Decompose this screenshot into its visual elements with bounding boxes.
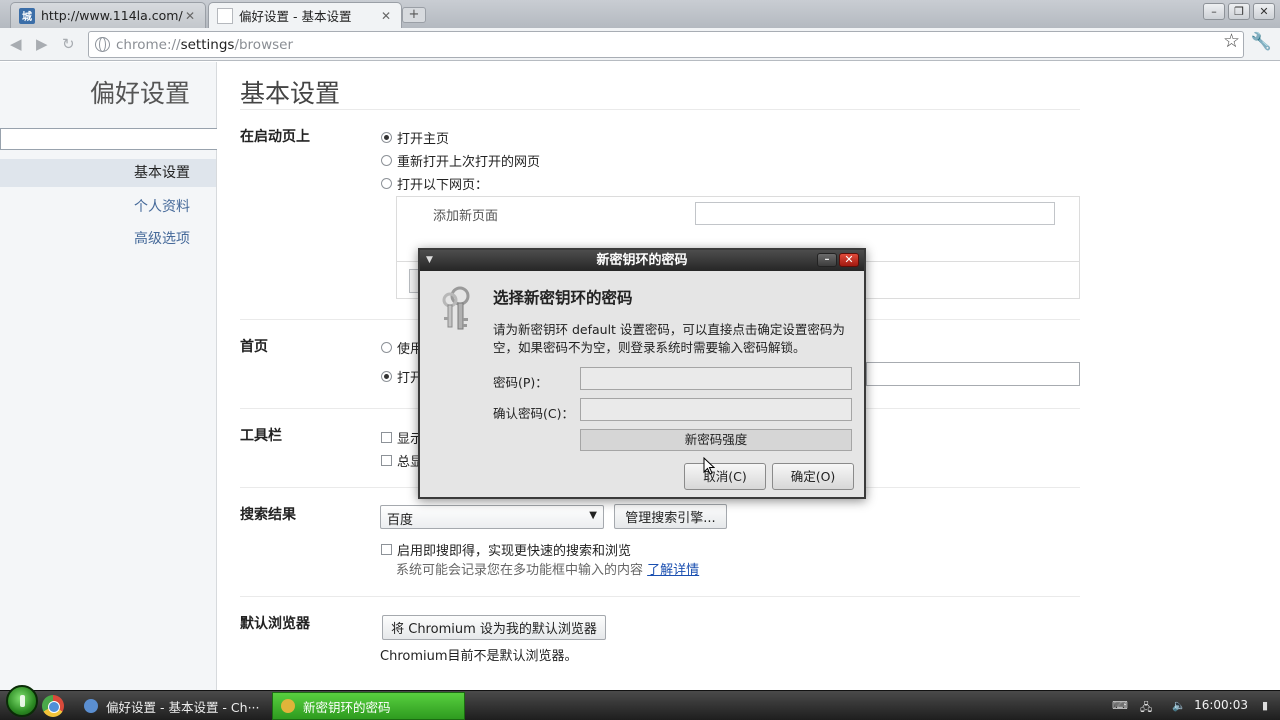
taskbar-item-browser[interactable]: 偏好设置 - 基本设置 - Ch··· <box>76 692 266 720</box>
show-desktop-button[interactable]: ▮ <box>1262 699 1268 712</box>
homepage-option-open[interactable]: 打开 <box>381 367 423 386</box>
forward-arrow-icon[interactable]: ▶ <box>36 35 48 53</box>
default-browser-status: Chromium目前不是默认浏览器。 <box>380 649 578 664</box>
page-title: 基本设置 <box>240 79 341 108</box>
password-field[interactable] <box>580 367 852 390</box>
search-engine-select[interactable]: 百度 ▼ <box>380 505 604 529</box>
page-favicon-icon <box>217 7 233 24</box>
chromium-icon <box>84 699 98 713</box>
startup-option-pages[interactable]: 打开以下网页： <box>381 174 488 193</box>
mouse-cursor-icon <box>703 457 715 475</box>
wrench-menu-icon[interactable]: 🔧 <box>1251 32 1272 52</box>
toolbar-option-always[interactable]: 总显 <box>381 451 423 470</box>
confirm-password-field[interactable] <box>580 398 852 421</box>
taskbar: 偏好设置 - 基本设置 - Ch··· 新密钥环的密码 ⌨ 🖧 🔈 16:00:… <box>0 685 1280 720</box>
maximize-button[interactable]: ❐ <box>1228 3 1250 20</box>
tab-strip: 城 http://www.114la.com/?··· ✕ 偏好设置 - 基本设… <box>0 0 1280 28</box>
divider <box>240 596 1080 597</box>
address-bar[interactable]: chrome://settings/browser <box>88 31 1244 58</box>
divider <box>240 109 1080 110</box>
reload-icon[interactable]: ↻ <box>62 35 75 53</box>
volume-icon[interactable]: 🔈 <box>1172 699 1186 712</box>
default-browser-section-label: 默认浏览器 <box>240 616 310 632</box>
back-arrow-icon[interactable]: ◀ <box>10 35 22 53</box>
radio-selected[interactable] <box>381 371 392 382</box>
start-menu-button[interactable] <box>6 685 38 717</box>
set-default-browser-button[interactable]: 将 Chromium 设为我的默认浏览器 <box>382 615 606 640</box>
keyring-password-dialog: ▼ 新密钥环的密码 – ✕ 选择新密钥环的密码 请为新密钥环 default 设… <box>418 248 866 499</box>
minimize-button[interactable]: – <box>1203 3 1225 20</box>
dialog-minimize-button[interactable]: – <box>817 253 837 267</box>
tab-close-icon[interactable]: ✕ <box>379 9 393 23</box>
radio-selected[interactable] <box>381 132 392 143</box>
homepage-option-newtab[interactable]: 使用 <box>381 338 423 357</box>
chromium-launcher-icon[interactable] <box>42 695 64 717</box>
confirm-password-label: 确认密码(C)： <box>493 406 574 421</box>
homepage-section-label: 首页 <box>240 339 268 355</box>
sidebar-item-advanced[interactable]: 高级选项 <box>134 228 190 248</box>
instant-search-hint: 系统可能会记录您在多功能框中输入的内容 了解详情 <box>396 563 700 578</box>
new-tab-button[interactable]: + <box>402 7 426 23</box>
homepage-url-input[interactable] <box>866 362 1080 386</box>
dialog-description: 请为新密钥环 default 设置密码，可以直接点击确定设置密码为空，如果密码不… <box>493 322 845 355</box>
clock: 16:00:03 <box>1194 698 1248 712</box>
search-section-label: 搜索结果 <box>240 507 296 523</box>
keyboard-icon[interactable]: ⌨ <box>1112 699 1128 712</box>
site-favicon-icon: 城 <box>19 7 35 24</box>
tab-close-icon[interactable]: ✕ <box>183 9 197 23</box>
manage-search-engines-button[interactable]: 管理搜索引擎... <box>614 504 727 529</box>
password-label: 密码(P)： <box>493 375 548 390</box>
add-page-label: 添加新页面 <box>433 209 499 224</box>
checkbox[interactable] <box>381 544 392 555</box>
radio[interactable] <box>381 342 392 353</box>
startup-option-home[interactable]: 打开主页 <box>381 128 449 147</box>
startup-option-restore[interactable]: 重新打开上次打开的网页 <box>381 151 540 170</box>
dialog-title: 新密钥环的密码 <box>596 253 688 268</box>
radio[interactable] <box>381 178 392 189</box>
instant-search-option[interactable]: 启用即搜即得，实现更快速的搜索和浏览 <box>381 540 631 559</box>
checkbox[interactable] <box>381 432 392 443</box>
sidebar-item-basic[interactable]: 基本设置 <box>0 159 216 187</box>
radio[interactable] <box>381 155 392 166</box>
url-text[interactable]: chrome://settings/browser <box>116 37 293 53</box>
browser-toolbar: ◀ ▶ ↻ chrome://settings/browser ☆ 🔧 <box>0 28 1280 61</box>
network-icon[interactable]: 🖧 <box>1140 699 1152 718</box>
dialog-heading: 选择新密钥环的密码 <box>493 289 633 307</box>
bookmark-star-icon[interactable]: ☆ <box>1223 30 1240 52</box>
window-menu-icon[interactable]: ▼ <box>426 250 433 271</box>
taskbar-item-dialog[interactable]: 新密钥环的密码 <box>272 692 465 720</box>
sidebar-title: 偏好设置 <box>89 79 190 108</box>
tab-114la[interactable]: 城 http://www.114la.com/?··· ✕ <box>10 2 206 28</box>
add-page-input[interactable] <box>695 202 1055 225</box>
ok-button[interactable]: 确定(O) <box>772 463 854 490</box>
dropdown-arrow-icon: ▼ <box>589 510 597 521</box>
startup-section-label: 在启动页上 <box>240 129 310 145</box>
learn-more-link[interactable]: 了解详情 <box>647 563 699 578</box>
keyring-icon <box>281 699 295 713</box>
keys-icon <box>442 286 470 330</box>
toolbar-option-show[interactable]: 显示 <box>381 428 423 447</box>
tab-settings[interactable]: 偏好设置 - 基本设置 ✕ <box>208 2 402 28</box>
tab-title: 偏好设置 - 基本设置 <box>239 9 352 24</box>
close-window-button[interactable]: ✕ <box>1253 3 1275 20</box>
tab-title: http://www.114la.com/?··· <box>41 8 183 23</box>
settings-sidebar: 偏好设置 基本设置 个人资料 高级选项 <box>0 62 222 690</box>
toolbar-section-label: 工具栏 <box>240 428 282 444</box>
password-strength-meter: 新密码强度 <box>580 429 852 451</box>
dialog-titlebar[interactable]: ▼ 新密钥环的密码 – ✕ <box>420 250 864 271</box>
dialog-close-button[interactable]: ✕ <box>839 253 859 267</box>
globe-icon <box>95 37 110 52</box>
cancel-button[interactable]: 取消(C) <box>684 463 766 490</box>
checkbox[interactable] <box>381 455 392 466</box>
sidebar-item-personal[interactable]: 个人资料 <box>134 196 190 216</box>
settings-search-input[interactable] <box>0 128 222 150</box>
